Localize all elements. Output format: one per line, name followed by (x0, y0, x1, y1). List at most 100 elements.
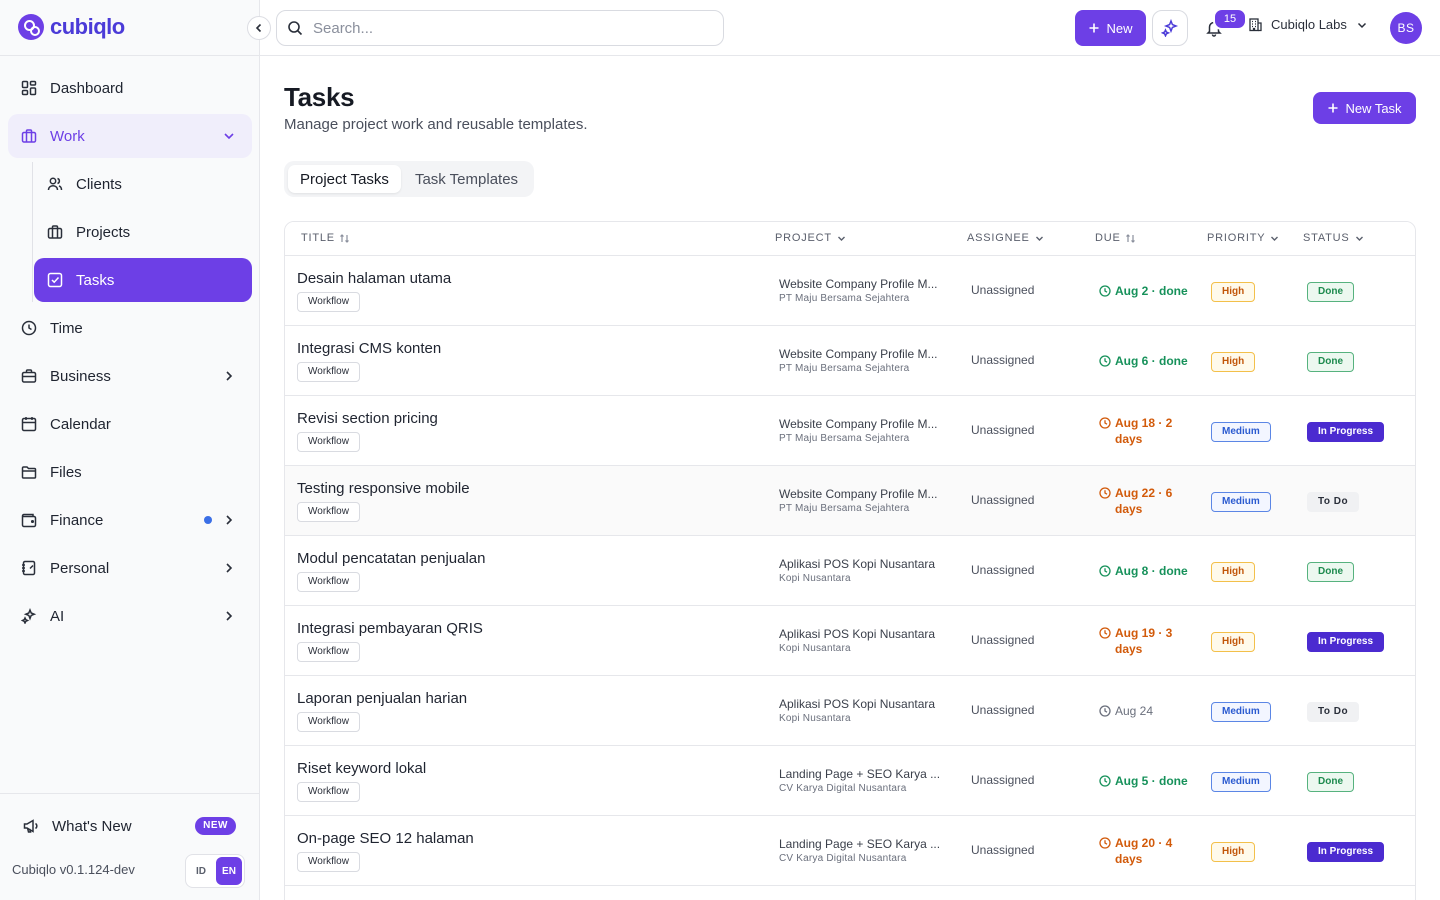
notification-dot (204, 516, 212, 524)
tab-project-tasks[interactable]: Project Tasks (288, 165, 401, 193)
task-title[interactable]: Desain halaman utama (297, 270, 451, 287)
status-badge[interactable]: In Progress (1307, 422, 1385, 442)
page-title: Tasks (284, 82, 355, 112)
sidebar-item-work[interactable]: Work (8, 114, 252, 158)
sidebar-item-dashboard[interactable]: Dashboard (8, 66, 252, 110)
whats-new-button[interactable]: What's New NEW (22, 814, 236, 838)
task-title[interactable]: Revisi section pricing (297, 410, 438, 427)
table-row[interactable]: Testing responsive mobile Workflow Website… (285, 466, 1415, 536)
status-badge[interactable]: In Progress (1307, 632, 1385, 652)
brand-name: cubiqlo (50, 14, 125, 39)
priority-badge[interactable]: High (1211, 282, 1256, 302)
task-title[interactable]: Testing responsive mobile (297, 480, 470, 497)
sidebar-item-personal[interactable]: Personal (8, 546, 252, 590)
priority-badge[interactable]: High (1211, 842, 1256, 862)
sidebar-item-time[interactable]: Time (8, 306, 252, 350)
ai-assistant-button[interactable] (1152, 10, 1188, 46)
project-name[interactable]: Landing Page + SEO Karya ... (779, 837, 957, 851)
task-title[interactable]: Laporan penjualan harian (297, 690, 467, 707)
priority-badge[interactable]: Medium (1211, 492, 1271, 512)
assignee[interactable]: Unassigned (971, 353, 1034, 367)
status-badge[interactable]: Done (1307, 282, 1354, 302)
assignee[interactable]: Unassigned (971, 773, 1034, 787)
sidebar-item-clients[interactable]: Clients (34, 162, 252, 206)
priority-badge[interactable]: High (1211, 352, 1256, 372)
column-header-assignee[interactable]: Assignee (967, 232, 1045, 244)
assignee[interactable]: Unassigned (971, 283, 1034, 297)
task-title[interactable]: Modul pencatatan penjualan (297, 550, 485, 567)
assignee[interactable]: Unassigned (971, 633, 1034, 647)
assignee[interactable]: Unassigned (971, 493, 1034, 507)
table-row[interactable]: Integrasi CMS konten Workflow Website Comp… (285, 326, 1415, 396)
language-option-en[interactable]: EN (216, 857, 242, 885)
project-name[interactable]: Aplikasi POS Kopi Nusantara (779, 557, 957, 571)
task-title[interactable]: Riset keyword lokal (297, 760, 426, 777)
project-name[interactable]: Landing Page + SEO Karya ... (779, 767, 957, 781)
chevron-down-icon (1271, 236, 1279, 241)
project-name[interactable]: Website Company Profile M... (779, 417, 957, 431)
plus-icon (1328, 103, 1338, 113)
due-date: Aug 6 · done (1099, 353, 1195, 369)
priority-badge[interactable]: High (1211, 632, 1256, 652)
sidebar-item-files[interactable]: Files (8, 450, 252, 494)
tab-task-templates[interactable]: Task Templates (403, 165, 530, 193)
project-name[interactable]: Website Company Profile M... (779, 347, 957, 361)
column-header-priority[interactable]: Priority (1207, 232, 1280, 244)
sidebar-item-finance[interactable]: Finance (8, 498, 252, 542)
table-row[interactable]: Laporan penjualan harian Workflow Aplikasi… (285, 676, 1415, 746)
search-input[interactable] (313, 19, 693, 37)
new-task-button[interactable]: New Task (1313, 92, 1416, 124)
sidebar-item-label: AI (50, 607, 65, 625)
status-badge[interactable]: Done (1307, 772, 1354, 792)
workflow-tag: Workflow (297, 292, 360, 312)
language-option-id[interactable]: ID (188, 857, 214, 885)
task-title[interactable]: On-page SEO 12 halaman (297, 830, 474, 847)
column-header-project[interactable]: Project (775, 232, 847, 244)
project-name[interactable]: Website Company Profile M... (779, 277, 957, 291)
search-bar[interactable] (276, 10, 724, 46)
assignee[interactable]: Unassigned (971, 563, 1034, 577)
sidebar-item-ai[interactable]: AI (8, 594, 252, 638)
column-header-title[interactable]: Title (301, 232, 350, 244)
task-title[interactable]: Integrasi pembayaran QRIS (297, 620, 483, 637)
sidebar-item-business[interactable]: Business (8, 354, 252, 398)
briefcase-icon (20, 367, 38, 385)
table-row[interactable]: Integrasi pembayaran QRIS Workflow Aplikas… (285, 606, 1415, 676)
priority-badge[interactable]: Medium (1211, 422, 1271, 442)
priority-badge[interactable]: Medium (1211, 702, 1271, 722)
status-badge[interactable]: Done (1307, 562, 1354, 582)
brand-logo[interactable]: cubiqlo (18, 14, 125, 40)
table-row[interactable]: On-page SEO 12 halaman Workflow Landing Pa… (285, 816, 1415, 886)
table-row[interactable]: Riset keyword lokal Workflow Landing Page … (285, 746, 1415, 816)
priority-badge[interactable]: Medium (1211, 772, 1271, 792)
organization-switcher[interactable]: Cubiqlo Labs (1248, 17, 1369, 32)
due-date-label: Aug 6 · done (1115, 354, 1188, 368)
task-title[interactable]: Integrasi CMS konten (297, 340, 441, 357)
plus-icon (1089, 23, 1099, 33)
project-name[interactable]: Aplikasi POS Kopi Nusantara (779, 627, 957, 641)
column-header-status[interactable]: Status (1303, 232, 1365, 244)
project-name[interactable]: Website Company Profile M... (779, 487, 957, 501)
chevron-down-icon (837, 236, 845, 241)
sidebar-item-label: Time (50, 319, 83, 337)
user-avatar[interactable]: BS (1390, 12, 1422, 44)
status-badge[interactable]: To Do (1307, 702, 1360, 722)
new-button[interactable]: New (1075, 10, 1146, 46)
status-badge[interactable]: Done (1307, 352, 1354, 372)
table-row[interactable]: Desain halaman utama Workflow Website Comp… (285, 256, 1415, 326)
table-row[interactable]: Revisi section pricing Workflow Website Co… (285, 396, 1415, 466)
column-header-due[interactable]: Due (1095, 232, 1136, 244)
sidebar-item-projects[interactable]: Projects (34, 210, 252, 254)
project-name[interactable]: Aplikasi POS Kopi Nusantara (779, 697, 957, 711)
assignee[interactable]: Unassigned (971, 423, 1034, 437)
assignee[interactable]: Unassigned (971, 843, 1034, 857)
sort-icon (1125, 233, 1135, 243)
table-row[interactable]: Modul pencatatan penjualan Workflow Aplika… (285, 536, 1415, 606)
priority-badge[interactable]: High (1211, 562, 1256, 582)
sidebar-item-calendar[interactable]: Calendar (8, 402, 252, 446)
status-badge[interactable]: To Do (1307, 492, 1360, 512)
assignee[interactable]: Unassigned (971, 703, 1034, 717)
sidebar-item-tasks[interactable]: Tasks (34, 258, 252, 302)
status-badge[interactable]: In Progress (1307, 842, 1385, 862)
collapse-sidebar-button[interactable] (247, 16, 271, 40)
